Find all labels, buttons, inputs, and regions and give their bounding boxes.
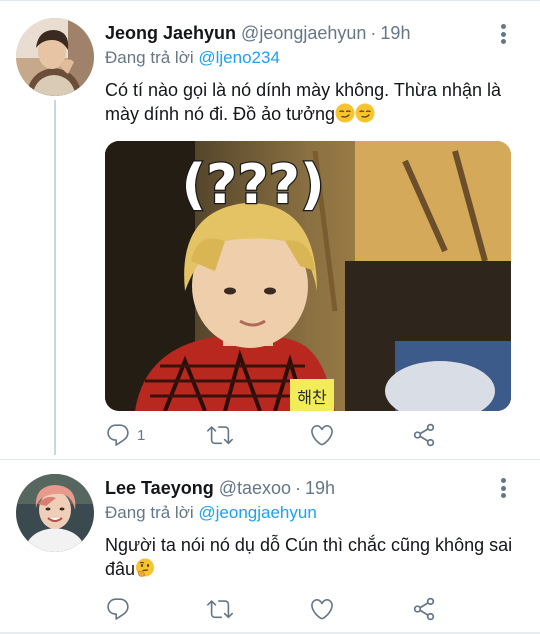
- retweet-button[interactable]: [207, 422, 239, 448]
- display-name[interactable]: Jeong Jaehyun: [105, 23, 236, 44]
- tweet-header: Jeong Jaehyun @jeongjaehyun · 19h: [105, 21, 410, 45]
- reply-button[interactable]: 1: [105, 422, 145, 448]
- tweet-actions: 1: [105, 422, 445, 448]
- tweet-media-image[interactable]: 해찬 (???): [105, 141, 511, 411]
- tweet[interactable]: Jeong Jaehyun @jeongjaehyun · 19h Đang t…: [0, 0, 540, 460]
- replying-to-label: Đang trả lời: [105, 48, 194, 67]
- tweet-text-content: Người ta nói nó dụ dỗ Cún thì chắc cũng …: [105, 535, 513, 579]
- reply-count: 1: [137, 426, 146, 444]
- tweet-text: Người ta nói nó dụ dỗ Cún thì chắc cũng …: [105, 533, 515, 581]
- more-options-icon[interactable]: [500, 24, 506, 44]
- display-name[interactable]: Lee Taeyong: [105, 478, 214, 499]
- share-icon: [413, 423, 435, 447]
- media-caption: (???): [181, 153, 324, 216]
- replying-to: Đang trả lời @jeongjaehyun: [105, 503, 317, 523]
- tweet[interactable]: Lee Taeyong @taexoo · 19h Đang trả lời @…: [0, 460, 540, 634]
- thread-line: [54, 100, 56, 455]
- avatar[interactable]: [16, 474, 94, 552]
- reply-icon: [107, 424, 129, 446]
- tweet-actions: [105, 596, 445, 622]
- reply-button[interactable]: [105, 596, 137, 622]
- share-button[interactable]: [411, 596, 437, 622]
- share-button[interactable]: [411, 422, 437, 448]
- like-button[interactable]: [309, 596, 341, 622]
- user-handle[interactable]: @taexoo: [219, 478, 291, 499]
- tweet-header: Lee Taeyong @taexoo · 19h: [105, 476, 335, 500]
- retweet-icon: [207, 426, 233, 445]
- like-icon: [311, 424, 333, 446]
- like-icon: [311, 598, 333, 620]
- separator-dot: ·: [295, 477, 302, 498]
- timestamp[interactable]: 19h: [380, 23, 410, 44]
- more-options-icon[interactable]: [500, 478, 506, 498]
- media-name-tag: 해찬: [297, 388, 327, 407]
- timestamp[interactable]: 19h: [305, 478, 335, 499]
- share-icon: [413, 597, 435, 621]
- tweet-text-content: Có tí nào gọi là nó dính mày không. Thừa…: [105, 80, 501, 124]
- retweet-button[interactable]: [207, 596, 239, 622]
- smirking-face-icon: [335, 103, 355, 123]
- thinking-face-icon: [136, 558, 155, 577]
- replying-to-mention[interactable]: @jeongjaehyun: [198, 503, 316, 522]
- tweet-text: Có tí nào gọi là nó dính mày không. Thừa…: [105, 78, 515, 126]
- separator-dot: ·: [370, 22, 377, 43]
- like-button[interactable]: [309, 422, 341, 448]
- avatar[interactable]: [16, 18, 94, 96]
- retweet-icon: [207, 600, 233, 619]
- replying-to-mention[interactable]: @ljeno234: [198, 48, 280, 67]
- user-handle[interactable]: @jeongjaehyun: [241, 23, 366, 44]
- reply-icon: [107, 598, 129, 620]
- replying-to-label: Đang trả lời: [105, 503, 194, 522]
- smirking-face-icon: [355, 103, 375, 123]
- replying-to: Đang trả lời @ljeno234: [105, 48, 280, 68]
